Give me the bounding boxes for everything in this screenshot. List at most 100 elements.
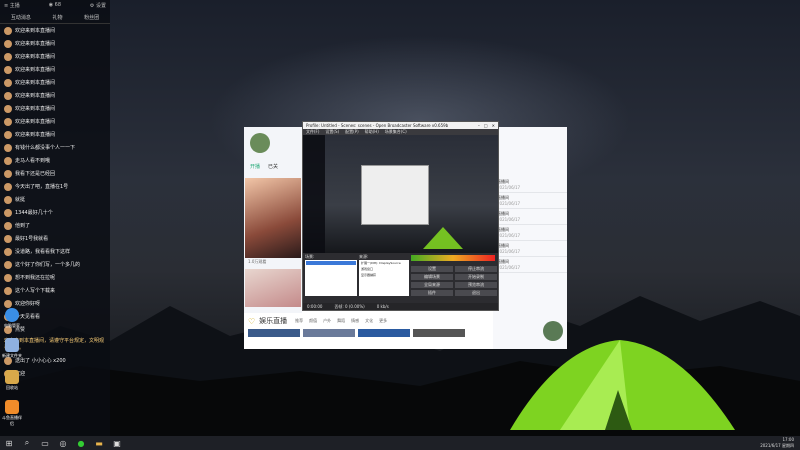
stream-right-panel: 直播间 2021/06/17 直播间 2021/06/17 直播间 2021/06/17 直… xyxy=(493,127,567,349)
avatar xyxy=(4,117,12,126)
search-icon[interactable]: ⌕ xyxy=(22,438,32,448)
entertainment-tab[interactable]: 情感 xyxy=(351,318,359,324)
tab-closed[interactable]: 已关 xyxy=(268,163,278,170)
desktop-icon-recycle-bin[interactable]: 回收站 xyxy=(2,370,22,391)
item-date: 2021/06/17 xyxy=(497,265,521,270)
entertainment-tab[interactable]: 户外 xyxy=(323,318,331,324)
item-date: 2021/06/17 xyxy=(497,185,521,190)
tab-fans[interactable]: 粉丝团 xyxy=(84,14,99,21)
item-date: 2021/06/17 xyxy=(497,233,521,238)
right-list-item[interactable]: 直播间 2021/06/17 xyxy=(493,241,567,257)
desktop-icon-label: 回收站 xyxy=(6,385,18,390)
wechat-icon[interactable]: ● xyxy=(76,438,86,448)
chat-message-text: 欢迎来到本直播间 xyxy=(15,132,56,138)
obs-button[interactable]: 退出 xyxy=(455,290,497,296)
streamer-avatar[interactable] xyxy=(250,133,270,153)
minimize-icon[interactable]: – xyxy=(478,123,480,128)
right-list-item[interactable]: 直播间 2021/06/17 xyxy=(493,257,567,273)
avatar xyxy=(4,247,12,256)
chat-message: 想不到我还在拉呢 xyxy=(0,271,110,284)
app-icon[interactable]: ▣ xyxy=(112,438,122,448)
sources-list[interactable]: 扩展一(DPI): DisplaySource 游戏窗口 显示器捕获 xyxy=(359,260,409,296)
chat-message-text: 欢迎来到本直播间 xyxy=(15,93,56,99)
right-list-item[interactable]: 直播间 2021/06/17 xyxy=(493,193,567,209)
avatar xyxy=(4,91,12,100)
maximize-icon[interactable]: □ xyxy=(484,123,488,128)
obs-button[interactable]: 开始录制 xyxy=(455,274,497,280)
chat-header-left[interactable]: ≡ 主播 xyxy=(4,2,20,10)
avatar xyxy=(4,156,12,165)
chat-message-text: 欢迎来到本直播间 xyxy=(15,106,56,112)
thumbnail[interactable] xyxy=(303,329,355,337)
folder-icon[interactable]: ▬ xyxy=(94,438,104,448)
entertainment-tab[interactable]: 舞蹈 xyxy=(337,318,345,324)
pc-manager-icon xyxy=(5,308,19,322)
stream-thumbnail[interactable] xyxy=(245,178,301,258)
obs-statusbar: 0:00:00 丢帧: 0 (0.00%) 0 kb/s xyxy=(303,303,498,310)
obs-source-item[interactable]: 显示器捕获 xyxy=(359,272,409,278)
taskbar: ⊞ ⌕ ▭ ◎ ● ▬ ▣ 17:00 2021/6/17 星期四 xyxy=(0,436,800,450)
close-icon[interactable]: ✕ xyxy=(492,123,495,128)
chat-message: 欢迎来到本直播间 xyxy=(0,24,110,37)
browser-icon[interactable]: ◎ xyxy=(58,438,68,448)
avatar xyxy=(4,52,12,61)
avatar xyxy=(4,65,12,74)
obs-titlebar: Profile: Untitled - Scenes: scenes - Ope… xyxy=(303,122,498,129)
status-time: 0:00:00 xyxy=(307,304,323,309)
tab-live[interactable]: 开播 xyxy=(250,163,260,170)
avatar xyxy=(4,299,12,308)
obs-button[interactable]: 设置 xyxy=(411,266,453,272)
item-date: 2021/06/17 xyxy=(497,217,521,222)
obs-button[interactable]: 插件 xyxy=(411,290,453,296)
entertainment-tab[interactable]: 文化 xyxy=(365,318,373,324)
desktop-icon-pc-manager[interactable]: 电脑管家 xyxy=(2,308,22,329)
assistant-avatar[interactable] xyxy=(543,321,563,341)
right-list-item[interactable]: 直播间 2021/06/17 xyxy=(493,177,567,193)
obs-title: Profile: Untitled - Scenes: scenes - Ope… xyxy=(306,123,449,128)
thumbnail[interactable] xyxy=(358,329,410,337)
task-view-icon[interactable]: ▭ xyxy=(40,438,50,448)
chat-message-text: 走马人看不到哦 xyxy=(15,158,51,164)
chat-message: 没道路，我看看我下这样 xyxy=(0,245,110,258)
desktop-icon-label: 斗鱼直播伴侣 xyxy=(2,415,22,426)
entertainment-tab[interactable]: 推荐 xyxy=(295,318,303,324)
chat-message-text: 有钱什么都没事个人一一下 xyxy=(15,145,76,151)
entertainment-tab[interactable]: 更多 xyxy=(379,318,387,324)
chat-header-viewers: ◉ 68 xyxy=(48,2,62,8)
thumbnail[interactable] xyxy=(413,329,465,337)
right-list-item[interactable]: 直播间 2021/06/17 xyxy=(493,225,567,241)
tab-interaction[interactable]: 互动消息 xyxy=(11,14,31,21)
avatar xyxy=(4,26,12,35)
entertainment-tab[interactable]: 颜值 xyxy=(309,318,317,324)
obs-button[interactable]: 停止串流 xyxy=(455,266,497,272)
chat-message: 就挺 xyxy=(0,193,110,206)
thumbnail[interactable] xyxy=(248,329,300,337)
entertainment-section: ♡ 娱乐直播 推荐 颜值 户外 舞蹈 情感 文化 更多 xyxy=(244,313,474,349)
desktop-icon-label: 新建文件夹 xyxy=(2,353,22,358)
chat-message-text: 没道路，我看看我下这样 xyxy=(15,249,71,255)
obs-button[interactable]: 编辑场景 xyxy=(411,274,453,280)
obs-button[interactable]: 预览串流 xyxy=(455,282,497,288)
chat-message-text: 就挺 xyxy=(15,197,26,203)
desktop-icon-douyu[interactable]: 斗鱼直播伴侣 xyxy=(2,400,22,427)
entertainment-title: 娱乐直播 xyxy=(259,317,288,325)
clock[interactable]: 17:00 2021/6/17 星期四 xyxy=(760,437,794,449)
entertainment-tabs: 推荐 颜值 户外 舞蹈 情感 文化 更多 xyxy=(295,318,387,324)
avatar xyxy=(4,130,12,139)
obs-button[interactable]: 全局来源 xyxy=(411,282,453,288)
tab-gifts[interactable]: 礼物 xyxy=(52,14,62,21)
stream-thumbnail-2[interactable] xyxy=(245,269,301,307)
chat-header-settings[interactable]: ⚙ 设置 xyxy=(90,2,106,10)
chat-message-text: 我看下还是已经回 xyxy=(15,171,56,177)
avatar xyxy=(4,169,12,178)
chat-message-text: 1344最好几十个 xyxy=(15,210,53,216)
chat-message-text: 想不到我还在拉呢 xyxy=(15,275,56,281)
windows-start-icon[interactable]: ⊞ xyxy=(4,438,14,448)
scenes-list[interactable] xyxy=(305,260,357,296)
avatar xyxy=(4,39,12,48)
tent-image xyxy=(510,340,735,430)
avatar xyxy=(4,208,12,217)
right-list-item[interactable]: 直播间 2021/06/17 xyxy=(493,209,567,225)
right-item-list: 直播间 2021/06/17 直播间 2021/06/17 直播间 2021/06/17 直… xyxy=(493,127,567,273)
desktop-icon-new-folder[interactable]: 新建文件夹 xyxy=(2,338,22,359)
